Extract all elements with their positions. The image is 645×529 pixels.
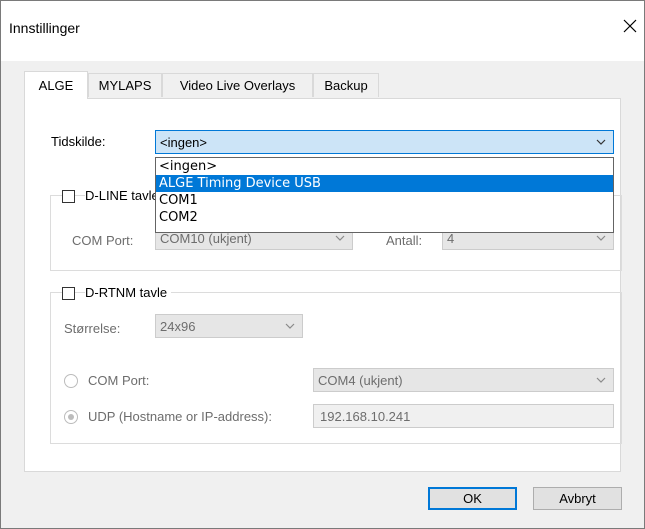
close-icon [623,19,637,33]
chevron-down-icon [285,323,295,329]
tidskilde-select[interactable]: <ingen> [155,130,614,154]
tab-label: Backup [324,78,368,93]
drtnm-size-select[interactable]: 24x96 [155,314,303,338]
ok-button[interactable]: OK [428,487,517,510]
tab-alge[interactable]: ALGE [24,71,88,99]
tab-mylaps[interactable]: MYLAPS [88,73,162,97]
tab-label: MYLAPS [98,78,152,93]
udp-radio[interactable] [64,410,78,424]
cancel-button-label: Avbryt [559,491,596,506]
drtnm-size-value: 24x96 [160,318,196,334]
tab-label: ALGE [38,78,74,93]
udp-address-value: 192.168.10.241 [320,408,411,424]
title-bar [1,1,644,61]
dropdown-option-ingen[interactable]: <ingen> [156,158,613,175]
tidskilde-dropdown-list: <ingen> ALGE Timing Device USB COM1 COM2 [155,157,614,233]
chevron-down-icon [596,139,606,145]
dline-checkbox[interactable] [62,190,75,203]
drtnm-com-port-value: COM4 (ukjent) [318,372,403,388]
tab-video-live-overlays[interactable]: Video Live Overlays [162,73,313,97]
tidskilde-value: <ingen> [160,134,207,150]
tidskilde-label: Tidskilde: [51,134,106,149]
chevron-down-icon [596,235,606,241]
udp-address-input[interactable]: 192.168.10.241 [313,404,614,428]
dline-com-port-label: COM Port: [72,233,134,248]
dropdown-option-com2[interactable]: COM2 [156,209,613,226]
ok-button-label: OK [463,491,482,506]
chevron-down-icon [596,377,606,383]
window-title: Innstillinger [9,20,80,36]
dline-label: D-LINE tavle [85,188,163,203]
udp-label: UDP (Hostname or IP-address): [88,409,272,424]
tab-backup[interactable]: Backup [313,73,379,97]
drtnm-com-port-label: COM Port: [88,373,150,388]
close-button[interactable] [618,14,642,38]
drtnm-checkbox[interactable] [62,287,75,300]
com-port-radio[interactable] [64,374,78,388]
drtnm-label: D-RTNM tavle [85,285,172,300]
dline-antall-label: Antall: [386,233,423,248]
dropdown-option-alge-usb[interactable]: ALGE Timing Device USB [156,175,613,192]
dropdown-option-com1[interactable]: COM1 [156,192,613,209]
chevron-down-icon [335,235,345,241]
drtnm-size-label: Størrelse: [64,321,121,336]
drtnm-com-port-select[interactable]: COM4 (ukjent) [313,368,614,392]
tab-label: Video Live Overlays [179,78,296,93]
cancel-button[interactable]: Avbryt [533,487,622,510]
